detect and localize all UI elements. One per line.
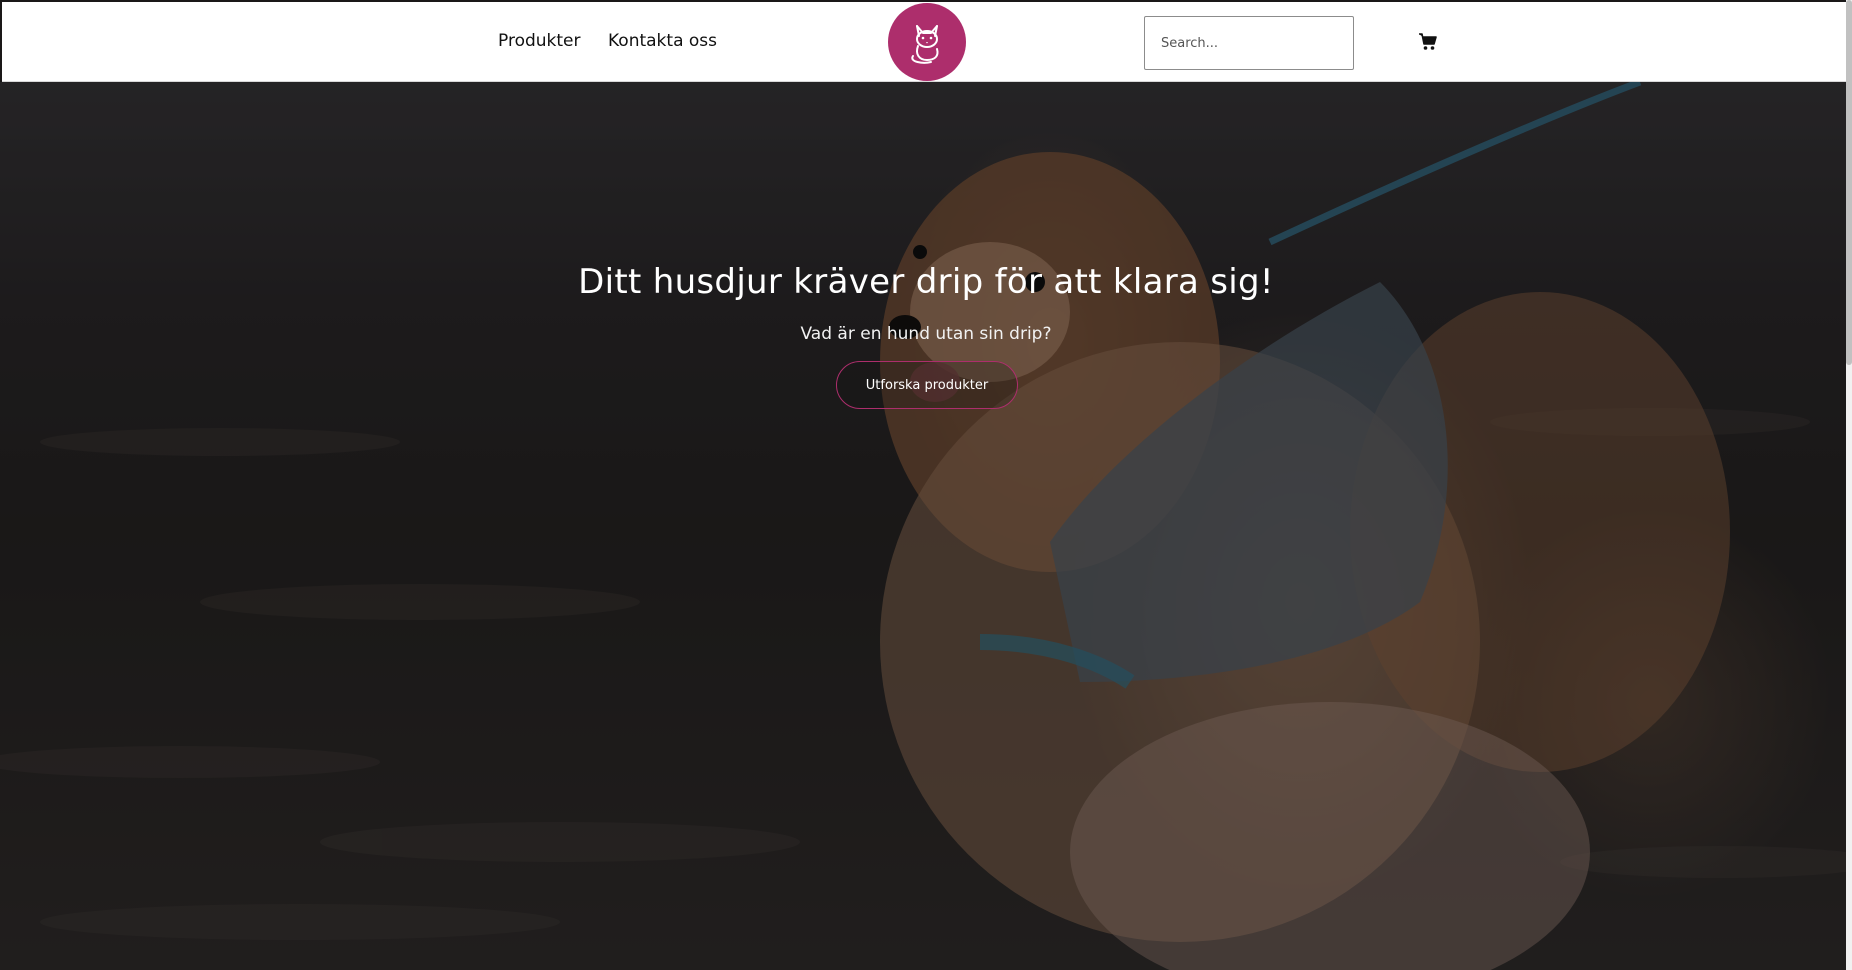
hero-section: Ditt husdjur kräver drip för att klara s… (0, 82, 1852, 970)
page: Produkter Kontakta oss Search... Ditt hu… (0, 0, 1852, 970)
search-input[interactable] (1144, 16, 1354, 70)
logo[interactable] (888, 3, 966, 81)
scrollbar-thumb[interactable] (1846, 0, 1852, 365)
hero-subtitle: Vad är en hund utan sin drip? (800, 324, 1052, 344)
hero-overlay (0, 82, 1852, 970)
scrollbar[interactable] (1846, 0, 1852, 970)
shopping-cart-icon[interactable] (1418, 32, 1438, 52)
nav-link-produkter[interactable]: Produkter (498, 31, 581, 51)
site-header: Produkter Kontakta oss (2, 2, 1850, 82)
cat-icon (911, 25, 939, 64)
nav-link-kontakta-oss[interactable]: Kontakta oss (608, 31, 717, 51)
hero-title: Ditt husdjur kräver drip för att klara s… (578, 262, 1274, 302)
explore-products-button[interactable]: Utforska produkter (836, 361, 1018, 409)
